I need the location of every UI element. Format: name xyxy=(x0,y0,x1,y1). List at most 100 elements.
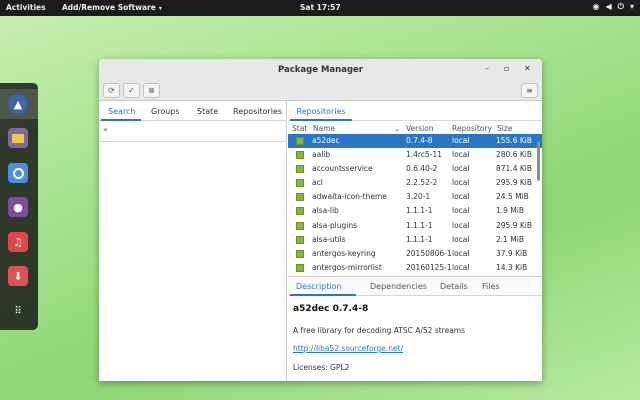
installed-icon xyxy=(296,193,304,202)
package-repo: local xyxy=(452,248,470,258)
package-repo: local xyxy=(452,136,470,145)
search-input[interactable]: ⌖ xyxy=(99,122,287,142)
package-list-header: Stat Name ⌄ Version Repository Size xyxy=(288,122,542,134)
app-grid-icon[interactable]: ⠿ xyxy=(8,301,28,321)
installed-icon xyxy=(296,221,304,230)
package-row[interactable]: antergos-mirrorlist 20160125-1 local 14.3 K… xyxy=(288,261,542,275)
active-tab-indicator xyxy=(101,119,141,121)
installed-icon xyxy=(296,151,304,160)
chevron-down-icon: ▾ xyxy=(629,2,634,11)
installer-icon[interactable]: ⬇ xyxy=(8,266,28,286)
title-bar[interactable]: Package Manager – ▫ ✕ xyxy=(99,59,542,81)
package-list: a52dec 0.7.4-8 local 155.6 KiB aalib 1.4rc5-… xyxy=(288,134,542,275)
package-size: 24.5 MiB xyxy=(496,192,529,202)
package-list-scrollbar[interactable] xyxy=(537,141,540,181)
package-url-link[interactable]: http://liba52.sourceforge.net/ xyxy=(293,344,403,353)
package-size: 14.3 KiB xyxy=(496,262,528,272)
tab-files[interactable]: Files xyxy=(482,282,500,291)
package-version: 1.1.1-1 xyxy=(406,234,433,244)
package-row[interactable]: antergos-keyring 20150806-1 local 37.9 KiB xyxy=(288,247,542,261)
package-repo: local xyxy=(452,192,470,202)
package-row[interactable]: alsa-utils 1.1.1-1 local 2.1 MiB xyxy=(288,233,542,247)
package-repo: local xyxy=(452,206,470,216)
menu-button[interactable]: ≡ xyxy=(521,83,538,98)
installed-icon xyxy=(296,179,304,188)
power-icon: ⏻ xyxy=(617,2,624,11)
antergos-icon[interactable]: ▲ xyxy=(8,94,28,114)
refresh-button[interactable]: ⟳ xyxy=(103,83,120,98)
check-icon: ✓ xyxy=(128,86,135,95)
tab-search[interactable]: Search xyxy=(108,107,135,116)
files-icon[interactable] xyxy=(8,128,28,148)
volume-icon: ◀ xyxy=(605,2,612,11)
package-row[interactable]: aalib 1.4rc5-11 local 280.6 KiB xyxy=(288,148,542,162)
package-name: acl xyxy=(312,178,323,188)
tab-repositories[interactable]: Repositories xyxy=(233,107,282,116)
package-manager-window: Package Manager – ▫ ✕ ⟳ ✓ ⊗ ≡ Search Gro… xyxy=(99,59,542,381)
package-heading: a52dec 0.7.4-8 xyxy=(293,304,369,314)
tab-dependencies[interactable]: Dependencies xyxy=(370,282,427,291)
package-name: a52dec xyxy=(312,136,340,145)
cancel-button[interactable]: ⊗ xyxy=(143,83,160,98)
tab-description[interactable]: Description xyxy=(296,282,342,291)
maximize-icon[interactable]: ▫ xyxy=(504,64,509,73)
package-name: aalib xyxy=(312,150,331,160)
pidgin-icon[interactable]: ● xyxy=(8,197,28,217)
apply-button[interactable]: ✓ xyxy=(123,83,140,98)
refresh-icon: ⟳ xyxy=(108,86,115,95)
column-version[interactable]: Version xyxy=(406,124,434,133)
app-menu[interactable]: Add/Remove Software ▾ xyxy=(62,3,162,12)
package-row[interactable]: a52dec 0.7.4-8 local 155.6 KiB xyxy=(288,134,542,149)
column-size[interactable]: Size xyxy=(497,124,512,133)
wifi-icon: ◉ xyxy=(592,2,600,11)
minimize-icon[interactable]: – xyxy=(485,64,489,73)
package-row[interactable]: accountsservice 0.6.40-2 local 871.4 KiB xyxy=(288,162,542,176)
package-row[interactable]: adwaita-icon-theme 3.20-1 local 24.5 MiB xyxy=(288,190,542,204)
package-version: 2.2.52-2 xyxy=(406,178,438,188)
package-repo: local xyxy=(452,150,470,160)
tab-state[interactable]: State xyxy=(197,107,218,116)
package-size: 155.6 KiB xyxy=(496,136,533,145)
package-version: 0.6.40-2 xyxy=(406,164,438,174)
toolbar: ⟳ ✓ ⊗ ≡ xyxy=(99,81,542,101)
music-icon[interactable]: ♫ xyxy=(8,232,28,252)
cancel-icon: ⊗ xyxy=(148,86,155,95)
installed-icon xyxy=(296,235,304,244)
installed-icon xyxy=(296,207,304,216)
package-name: alsa-lib xyxy=(312,206,339,216)
package-row[interactable]: acl 2.2.52-2 local 295.9 KiB xyxy=(288,176,542,190)
package-repo: local xyxy=(452,178,470,188)
filter-tabs: Search Groups State Repositories xyxy=(99,101,287,121)
app-menu-label: Add/Remove Software xyxy=(62,3,156,12)
tab-details[interactable]: Details xyxy=(440,282,468,291)
package-name: alsa-utils xyxy=(312,234,346,244)
details-tabs: Description Dependencies Details Files xyxy=(288,277,542,296)
package-size: 1.9 MiB xyxy=(496,206,525,216)
chevron-down-icon: ▾ xyxy=(158,5,162,12)
chromium-icon[interactable] xyxy=(8,163,28,183)
activities-button[interactable]: Activities xyxy=(6,3,46,12)
column-repository[interactable]: Repository xyxy=(452,124,492,133)
tab-groups[interactable]: Groups xyxy=(151,107,180,116)
sort-icon: ⌄ xyxy=(394,124,401,133)
close-icon[interactable]: ✕ xyxy=(524,64,531,73)
clock[interactable]: Sat 17:57 xyxy=(300,3,341,12)
package-description: A free library for decoding ATSC A/52 st… xyxy=(293,326,466,335)
package-pane: Repositories Stat Name ⌄ Version Reposit… xyxy=(288,101,542,381)
package-size: 295.9 KiB xyxy=(496,178,533,188)
tab-package-repositories[interactable]: Repositories xyxy=(290,101,352,121)
package-version: 20160125-1 xyxy=(406,262,452,272)
package-repo: local xyxy=(452,164,470,174)
package-row[interactable]: alsa-lib 1.1.1-1 local 1.9 MiB xyxy=(288,204,542,218)
package-licenses: Licenses: GPL2 xyxy=(293,363,350,372)
top-bar: Activities Add/Remove Software ▾ Sat 17:5… xyxy=(0,0,640,16)
package-repo: local xyxy=(452,234,470,244)
system-menu[interactable]: ◉ ◀ ⏻ ▾ xyxy=(593,2,634,12)
package-row[interactable]: alsa-plugins 1.1.1-1 local 295.9 KiB xyxy=(288,219,542,233)
package-name: antergos-mirrorlist xyxy=(312,262,382,272)
column-stat[interactable]: Stat xyxy=(292,124,307,133)
window-title: Package Manager xyxy=(278,65,363,75)
package-tabs: Repositories xyxy=(288,101,542,121)
column-name[interactable]: Name xyxy=(313,124,335,133)
search-icon: ⌖ xyxy=(103,126,109,136)
